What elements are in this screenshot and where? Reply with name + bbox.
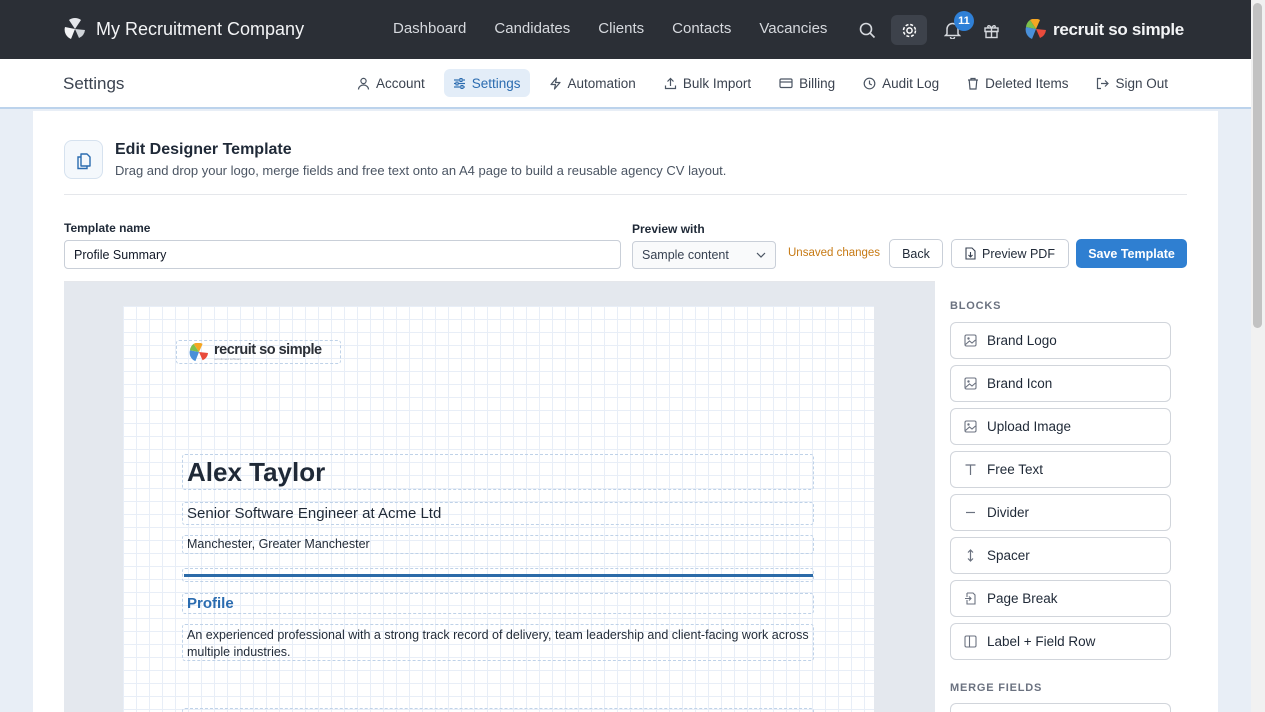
divider-line — [184, 574, 813, 577]
design-canvas[interactable]: recruit so simple recruitment software A… — [64, 281, 935, 712]
block-free-text[interactable]: Free Text — [950, 451, 1171, 488]
tab-bulk-import[interactable]: Bulk Import — [655, 69, 760, 97]
tab-billing[interactable]: Billing — [770, 69, 844, 97]
tab-automation[interactable]: Automation — [540, 69, 645, 97]
merge-field-item[interactable] — [950, 703, 1171, 712]
company-brand[interactable]: My Recruitment Company — [63, 18, 304, 40]
gift-button[interactable] — [973, 15, 1009, 45]
block-divider[interactable]: Divider — [950, 494, 1171, 531]
profile-heading-block[interactable]: Profile — [182, 593, 814, 614]
settings-button[interactable] — [891, 15, 927, 45]
sliders-icon — [453, 77, 465, 89]
back-button[interactable]: Back — [889, 239, 943, 268]
scrollbar-thumb[interactable] — [1253, 3, 1262, 328]
block-page-break[interactable]: Page Break — [950, 580, 1171, 617]
vertical-arrows-icon — [967, 549, 974, 562]
nav-contacts[interactable]: Contacts — [672, 20, 731, 37]
company-logo-icon — [63, 18, 87, 40]
product-logo-icon — [1025, 19, 1046, 39]
search-icon — [859, 22, 875, 38]
template-name-label: Template name — [64, 221, 151, 235]
page-brand-logo-block[interactable]: recruit so simple recruitment software — [176, 340, 341, 364]
sign-out-icon — [1097, 77, 1110, 89]
preview-pdf-button[interactable]: Preview PDF — [951, 239, 1069, 268]
a4-page[interactable]: recruit so simple recruitment software A… — [123, 306, 874, 712]
main-nav: Dashboard Candidates Clients Contacts Va… — [393, 20, 827, 37]
columns-icon — [964, 635, 977, 648]
upload-icon — [664, 77, 676, 89]
block-upload-image[interactable]: Upload Image — [950, 408, 1171, 445]
editor-subtitle: Drag and drop your logo, merge fields an… — [115, 163, 727, 178]
page-break-icon — [965, 592, 976, 605]
merge-fields-heading: MERGE FIELDS — [950, 682, 1043, 694]
save-template-button[interactable]: Save Template — [1076, 239, 1187, 268]
candidate-role-field[interactable]: Senior Software Engineer at Acme Ltd — [182, 502, 814, 525]
chevron-down-icon — [756, 252, 766, 258]
next-block[interactable] — [182, 708, 814, 712]
blocks-heading: BLOCKS — [950, 300, 1002, 312]
tab-settings[interactable]: Settings — [443, 69, 530, 97]
settings-tabs: Account Settings Automation Bulk Import … — [348, 69, 1177, 97]
copy-icon — [76, 152, 91, 169]
profile-text-block[interactable]: An experienced professional with a stron… — [182, 624, 814, 661]
page-logo-wordmark: recruit so simple recruitment software — [214, 342, 322, 361]
template-name-input[interactable] — [64, 240, 621, 269]
gift-icon — [983, 24, 999, 38]
trash-icon — [968, 77, 979, 90]
file-pdf-icon — [965, 247, 976, 260]
user-icon — [357, 77, 370, 90]
block-spacer[interactable]: Spacer — [950, 537, 1171, 574]
product-logo-icon — [189, 342, 209, 361]
tab-account[interactable]: Account — [348, 69, 434, 97]
top-navbar: My Recruitment Company Dashboard Candida… — [0, 0, 1251, 59]
nav-clients[interactable]: Clients — [598, 20, 644, 37]
editor-title: Edit Designer Template — [115, 141, 292, 158]
page-title: Settings — [63, 74, 125, 93]
candidate-location-field[interactable]: Manchester, Greater Manchester — [182, 535, 814, 554]
preview-with-select[interactable]: Sample content — [632, 241, 776, 269]
candidate-name-field[interactable]: Alex Taylor — [182, 454, 814, 490]
preview-with-value: Sample content — [642, 248, 729, 262]
product-name: recruit so simple — [1053, 19, 1184, 39]
block-label-field-row[interactable]: Label + Field Row — [950, 623, 1171, 660]
preview-with-label: Preview with — [632, 222, 705, 236]
gear-icon — [902, 23, 916, 37]
header-divider — [64, 194, 1187, 195]
card-icon — [779, 78, 793, 89]
search-button[interactable] — [849, 15, 885, 45]
image-icon — [964, 334, 977, 347]
bolt-icon — [549, 76, 561, 90]
unsaved-changes-indicator: Unsaved changes — [788, 247, 881, 259]
company-name: My Recruitment Company — [96, 18, 305, 39]
clock-icon — [863, 77, 876, 89]
template-header-icon-box — [64, 140, 103, 179]
minus-icon — [966, 511, 975, 514]
product-logo: recruit so simple — [1025, 19, 1184, 40]
settings-bar: Settings Account Settings Automation Bul… — [0, 59, 1251, 109]
tab-audit-log[interactable]: Audit Log — [854, 69, 948, 97]
nav-dashboard[interactable]: Dashboard — [393, 20, 466, 37]
block-brand-logo[interactable]: Brand Logo — [950, 322, 1171, 359]
blocks-list: Brand Logo Brand Icon Upload Image Free … — [950, 322, 1171, 666]
image-icon — [964, 377, 977, 390]
notification-badge: 11 — [954, 11, 974, 31]
image-icon — [964, 420, 977, 433]
template-editor-card: Edit Designer Template Drag and drop you… — [33, 111, 1218, 712]
notifications-button[interactable]: 11 — [934, 11, 974, 45]
nav-vacancies[interactable]: Vacancies — [759, 20, 827, 37]
tab-sign-out[interactable]: Sign Out — [1087, 69, 1177, 97]
tab-deleted-items[interactable]: Deleted Items — [958, 69, 1077, 97]
nav-candidates[interactable]: Candidates — [494, 20, 570, 37]
text-icon — [965, 464, 976, 475]
block-brand-icon[interactable]: Brand Icon — [950, 365, 1171, 402]
